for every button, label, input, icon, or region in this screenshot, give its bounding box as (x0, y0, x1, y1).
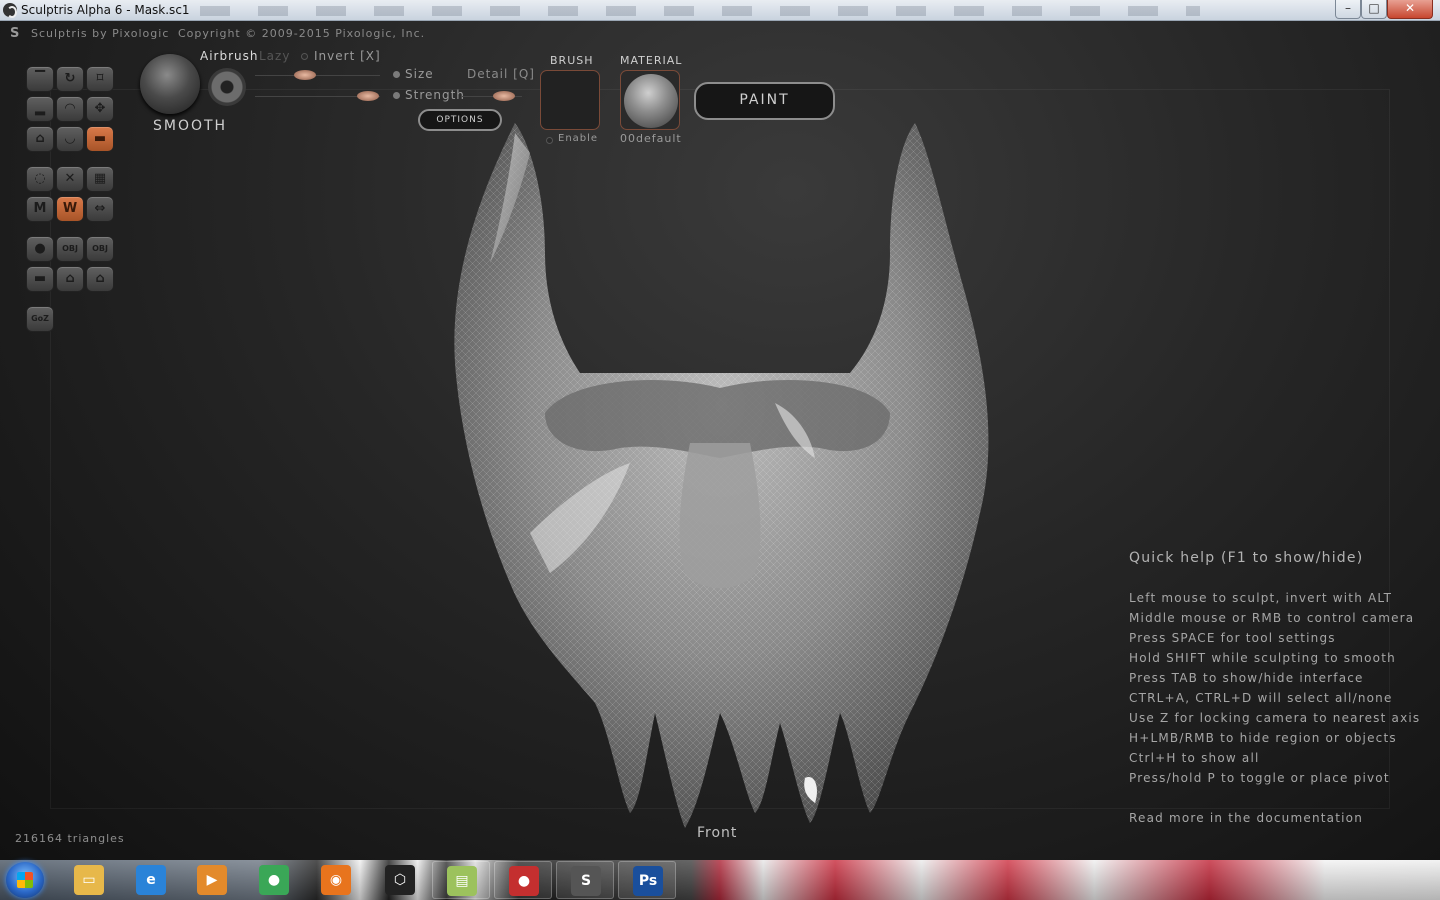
notes-icon: ▤ (447, 866, 477, 896)
mirror-tool-button[interactable]: ⇔ (86, 196, 114, 222)
firefox-taskbar-button[interactable]: ◉ (307, 861, 365, 899)
sculptris-icon: S (571, 866, 601, 896)
goz-tool-button[interactable]: GoZ (26, 306, 54, 332)
notes-taskbar-button[interactable]: ▤ (432, 861, 490, 899)
material-header: MATERIAL (620, 54, 683, 67)
windows-taskbar: ▭ e ▶ ● ◉ ⬡ ▤ ● S Ps (0, 860, 1440, 900)
unity-icon: ⬡ (385, 865, 415, 895)
quick-help-title: Quick help (F1 to show/hide) (1129, 550, 1364, 566)
open-tool-button[interactable]: ⌂ (56, 266, 84, 292)
detail-label: Detail [Q] (467, 67, 535, 81)
media-player-taskbar-button[interactable]: ▶ (183, 861, 241, 899)
lazy-label: Lazy (259, 49, 291, 63)
sculptris-logo-icon: S (10, 26, 20, 41)
strength-indicator (393, 92, 400, 99)
photoshop-icon: Ps (633, 866, 663, 896)
airbrush-label: Airbrush (200, 49, 259, 63)
wireframe-tool-button[interactable]: M (26, 196, 54, 222)
inflate-tool-button[interactable]: ◠ (56, 96, 84, 122)
detail-slider-knob[interactable] (493, 91, 515, 101)
quick-help-line: Middle mouse or RMB to control camera (1129, 611, 1415, 625)
export-obj-tool-button[interactable]: OBJ (86, 236, 114, 262)
rotate-tool-button[interactable]: ↻ (56, 66, 84, 92)
media-player-icon: ▶ (197, 865, 227, 895)
save-tool-button[interactable]: ⌂ (86, 266, 114, 292)
sculptris-app-icon (3, 3, 17, 18)
internet-explorer-taskbar-button[interactable]: e (122, 861, 180, 899)
quick-help-lines: Left mouse to sculpt, invert with ALT Mid… (1129, 588, 1420, 788)
firefox-icon: ◉ (321, 865, 351, 895)
quick-help-line: Ctrl+H to show all (1129, 751, 1260, 765)
sphere-tool-button[interactable]: ◌ (26, 166, 54, 192)
window-title: Sculptris Alpha 6 - Mask.sc1 (21, 3, 190, 17)
size-slider-knob[interactable] (294, 70, 316, 80)
internet-explorer-icon: e (136, 865, 166, 895)
chrome-icon: ● (259, 865, 289, 895)
unity-taskbar-button[interactable]: ⬡ (371, 861, 429, 899)
maximize-button[interactable]: □ (1361, 0, 1387, 19)
smooth-tool-button[interactable]: ▬ (86, 126, 114, 152)
sculpted-mesh[interactable] (420, 113, 1020, 828)
size-slider-track[interactable] (255, 75, 380, 76)
strength-slider-knob[interactable] (356, 91, 379, 101)
quick-help-line: Press TAB to show/hide interface (1129, 671, 1364, 685)
minimize-button[interactable]: – (1335, 0, 1361, 19)
draw-tool-button[interactable]: ▔ (26, 66, 54, 92)
symmetry-off-tool-button[interactable]: ✕ (56, 166, 84, 192)
size-label: Size (405, 67, 434, 81)
sculptris-taskbar-button[interactable]: S (556, 861, 614, 899)
sculptris-viewport[interactable]: S Sculptris by Pixologic Copyright © 200… (0, 21, 1440, 860)
quick-help-line: CTRL+A, CTRL+D will select all/none (1129, 691, 1393, 705)
quick-help-line: Hold SHIFT while sculpting to smooth (1129, 651, 1396, 665)
explorer-taskbar-button[interactable]: ▭ (60, 861, 118, 899)
quick-help-line: H+LMB/RMB to hide region or objects (1129, 731, 1397, 745)
chrome-app-taskbar-button[interactable]: ● (494, 861, 552, 899)
chrome-taskbar-button[interactable]: ● (245, 861, 303, 899)
move-tool-button[interactable]: ✥ (86, 96, 114, 122)
quick-help-line: Press/hold P to toggle or place pivot (1129, 771, 1390, 785)
brush-preview-sphere[interactable] (140, 54, 200, 114)
import-obj-tool-button[interactable]: OBJ (56, 236, 84, 262)
size-indicator (393, 71, 400, 78)
photoshop-taskbar-button[interactable]: Ps (618, 861, 676, 899)
quick-help-line: Left mouse to sculpt, invert with ALT (1129, 591, 1393, 605)
symmetry-tool-button[interactable]: W (56, 196, 84, 222)
explorer-icon: ▭ (74, 865, 104, 895)
quick-help-line: Use Z for locking camera to nearest axis (1129, 711, 1421, 725)
quick-help-panel: Quick help (F1 to show/hide) Left mouse … (1129, 550, 1420, 828)
windows-logo-icon (17, 872, 33, 888)
triangle-count: 216164 triangles (15, 832, 125, 845)
quick-help-line: Press SPACE for tool settings (1129, 631, 1336, 645)
titlebar-background-text (200, 6, 1200, 16)
start-button[interactable] (6, 862, 44, 898)
new-plane-tool-button[interactable]: ▬ (26, 266, 54, 292)
strength-label: Strength (405, 88, 465, 102)
documentation-link[interactable]: Read more in the documentation (1129, 808, 1420, 828)
nose (679, 443, 761, 588)
crease-tool-button[interactable]: ◡ (56, 126, 84, 152)
current-tool-label: SMOOTH (153, 118, 228, 134)
flatten-tool-button[interactable]: ▂ (26, 96, 54, 122)
close-button[interactable]: ✕ (1387, 0, 1433, 19)
brush-header: BRUSH (550, 54, 594, 67)
view-label: Front (697, 825, 738, 841)
crop-tool-button[interactable]: ⌑ (86, 66, 114, 92)
new-sphere-tool-button[interactable]: ● (26, 236, 54, 262)
chrome-app-icon: ● (509, 866, 539, 896)
pinch-tool-button[interactable]: ⌂ (26, 126, 54, 152)
airbrush-toggle[interactable] (208, 68, 246, 106)
title-bar: Sculptris Alpha 6 - Mask.sc1 – □ ✕ (0, 0, 1440, 21)
invert-checkbox[interactable] (301, 53, 308, 60)
grid-tool-button[interactable]: ▦ (86, 166, 114, 192)
invert-label: Invert [X] (314, 49, 381, 63)
copyright-label: Copyright © 2009-2015 Pixologic, Inc. (178, 27, 426, 40)
brand-label: Sculptris by Pixologic (31, 27, 170, 40)
